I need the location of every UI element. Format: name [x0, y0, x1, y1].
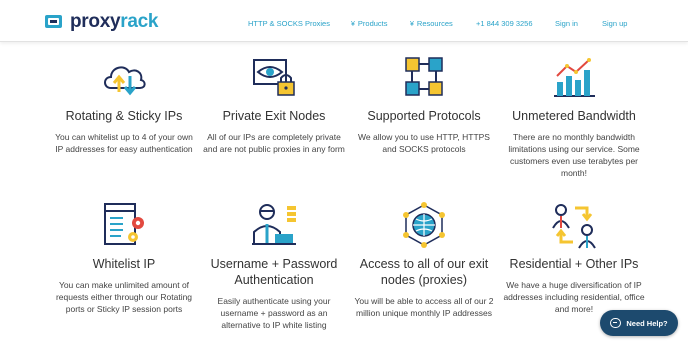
chevron-down-icon: ¥ — [351, 21, 355, 28]
proxyrack-logo[interactable]: proxyrack — [44, 12, 158, 32]
feature-title: Supported Protocols — [367, 109, 481, 123]
whitelist-browser-icon — [104, 203, 144, 245]
feature-description: All of our IPs are completely private an… — [203, 132, 345, 154]
feature-title: Residential + Other IPs — [509, 257, 639, 271]
feature-description: You will be able to access all of our 2 … — [354, 296, 494, 318]
eye-lock-icon — [253, 59, 295, 96]
feature-title: Access to all of our exit nodes (proxies… — [359, 257, 489, 287]
feature-card: Access to all of our exit nodes (proxies… — [344, 200, 504, 319]
need-help-label: Need Help? — [626, 318, 668, 328]
need-help-button[interactable]: Need Help? — [600, 310, 678, 336]
nav-phone-number[interactable]: +1 844 309 3256 — [476, 19, 533, 28]
feature-description: We allow you to use HTTP, HTTPS and SOCK… — [358, 132, 490, 154]
user-laptop-icon — [252, 204, 296, 245]
bandwidth-chart-icon — [554, 58, 595, 97]
logo-text: proxyrack — [70, 11, 159, 32]
feature-card: Whitelist IP You can make unlimited amou… — [44, 200, 204, 315]
feature-description: You can make unlimited amount of request… — [55, 280, 193, 314]
feature-description: There are no monthly bandwidth limitatio… — [508, 132, 640, 178]
feature-card: Username + Password Authentication Easil… — [194, 200, 354, 331]
protocol-chain-icon — [405, 57, 443, 96]
chevron-down-icon: ¥ — [410, 21, 414, 28]
nav-sign-up[interactable]: Sign up — [602, 19, 627, 28]
cloud-transfer-icon — [104, 66, 146, 96]
site-header: proxyrack HTTP & SOCKS Proxies ¥ Products… — [0, 0, 688, 42]
logo-mark-icon — [45, 15, 62, 28]
feature-card: Residential + Other IPs We have a huge d… — [494, 200, 654, 315]
feature-card: Rotating & Sticky IPs You can whitelist … — [44, 52, 204, 155]
feature-title: Private Exit Nodes — [222, 109, 326, 123]
nav-resources[interactable]: ¥ Resources — [410, 19, 453, 29]
feature-title: Whitelist IP — [92, 257, 156, 271]
feature-description: You can whitelist up to 4 of your own IP… — [55, 132, 193, 154]
feature-card: Unmetered Bandwidth There are no monthly… — [494, 52, 654, 179]
feature-card: Private Exit Nodes All of our IPs are co… — [194, 52, 354, 155]
feature-description: Easily authenticate using your username … — [217, 296, 331, 330]
feature-card: Supported Protocols We allow you to use … — [344, 52, 504, 155]
feature-title: Unmetered Bandwidth — [512, 109, 636, 123]
users-exchange-icon — [552, 204, 596, 249]
feature-title: Username + Password Authentication — [210, 257, 338, 287]
nav-sign-in[interactable]: Sign in — [555, 19, 578, 28]
nav-http-socks-proxies[interactable]: HTTP & SOCKS Proxies — [248, 19, 330, 28]
globe-network-icon — [403, 202, 445, 248]
chat-bubble-icon — [610, 318, 622, 328]
nav-products[interactable]: ¥ Products — [351, 19, 388, 29]
feature-title: Rotating & Sticky IPs — [65, 109, 183, 123]
